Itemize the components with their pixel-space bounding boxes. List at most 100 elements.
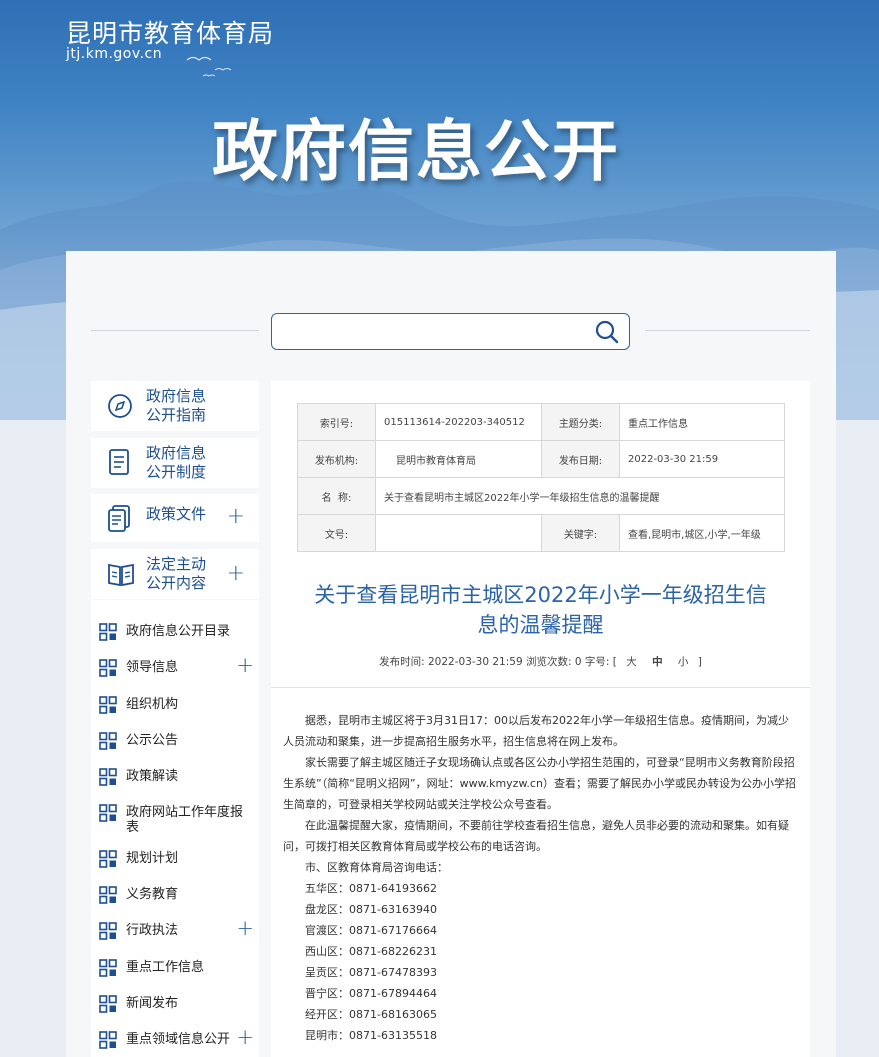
- sidebar-sub-item[interactable]: 行政执法 +: [91, 916, 259, 952]
- fontsize-label: 字号:: [584, 656, 610, 668]
- font-size-large-button[interactable]: 大: [626, 656, 637, 668]
- open-book-icon: [108, 563, 134, 587]
- sidebar-sub-item-label: 新闻发布: [126, 996, 179, 1011]
- article-info-bar: 发布时间: 2022-03-30 21:59 浏览次数: 0 字号: [ 大 中…: [271, 654, 810, 669]
- phones-title: 市、区教育体育局咨询电话：: [305, 861, 448, 874]
- grid-icon: [99, 995, 117, 1013]
- sidebar-card-label: 政府信息 公开制度: [146, 444, 207, 481]
- sidebar-card-guide[interactable]: 政府信息 公开指南: [91, 381, 259, 431]
- article-divider: [271, 687, 810, 688]
- meta-index-value: 015113614-202203-340512: [375, 403, 542, 441]
- birds-decoration: [186, 56, 232, 77]
- compass-icon: [108, 394, 132, 418]
- sidebar-card-label: 政府信息 公开指南: [146, 387, 207, 424]
- grid-icon: [99, 696, 117, 714]
- sidebar-sub-item[interactable]: 政府信息公开目录: [91, 623, 259, 653]
- font-size-medium-button[interactable]: 中: [652, 656, 663, 668]
- sidebar-sub-item[interactable]: 政策解读: [91, 768, 259, 798]
- grid-icon: [99, 850, 117, 868]
- pub-time-value: 2022-03-30 21:59: [428, 656, 523, 668]
- meta-name-label: 名 称:: [297, 477, 376, 515]
- article-body: 据悉，昆明市主城区将于3月31日17：00以后发布2022年小学一年级招生信息。…: [283, 710, 799, 1046]
- font-size-small-button[interactable]: 小: [678, 656, 689, 668]
- grid-icon: [99, 922, 117, 940]
- phone-line: 晋宁区：0871-67894464: [305, 987, 437, 1000]
- views-label: 浏览次数:: [525, 656, 572, 668]
- article-paragraph: 家长需要了解主城区随迁子女现场确认点或各区公办小学招生范围的，可登录“昆明市义务…: [283, 756, 796, 811]
- sidebar-sub-item[interactable]: 义务教育: [91, 886, 259, 916]
- sidebar-sub-item[interactable]: 新闻发布: [91, 995, 259, 1025]
- expand-icon[interactable]: +: [236, 653, 254, 677]
- sidebar-sub-item[interactable]: 组织机构: [91, 696, 259, 726]
- sidebar-sub-item-label: 政策解读: [126, 769, 179, 784]
- site-name[interactable]: 昆明市教育体育局: [66, 14, 274, 50]
- sidebar-card-label: 法定主动 公开内容: [146, 555, 207, 592]
- grid-icon: [99, 1031, 117, 1049]
- expand-icon[interactable]: +: [236, 916, 254, 940]
- divider-right: [645, 330, 810, 331]
- sidebar-card-statutory[interactable]: 法定主动 公开内容 +: [91, 549, 259, 599]
- expand-icon[interactable]: +: [227, 504, 245, 529]
- sidebar-card-system[interactable]: 政府信息 公开制度: [91, 438, 259, 488]
- bracket-close: ]: [697, 656, 702, 668]
- sidebar-sub-item-label: 政府网站工作年度报表: [126, 805, 244, 835]
- expand-icon[interactable]: +: [227, 561, 245, 586]
- grid-icon: [99, 732, 117, 750]
- article-meta-table: 索引号: 015113614-202203-340512 主题分类: 重点工作信…: [297, 403, 785, 552]
- meta-name-value: 关于查看昆明市主城区2022年小学一年级招生信息的温馨提醒: [375, 477, 785, 515]
- sidebar-sub-item-label: 义务教育: [126, 887, 179, 902]
- phone-line: 盘龙区：0871-63163940: [305, 903, 437, 916]
- meta-org-value: 昆明市教育体育局: [375, 440, 542, 478]
- phone-line: 官渡区：0871-67176664: [305, 924, 437, 937]
- document-icon: [109, 449, 129, 475]
- sidebar-sub-item-label: 重点领域信息公开: [126, 1032, 231, 1047]
- sidebar-sub-item[interactable]: 规划计划: [91, 850, 259, 880]
- sidebar-card-label: 政策文件: [146, 505, 207, 523]
- sidebar-sub-item[interactable]: 重点领域信息公开 +: [91, 1025, 259, 1057]
- sidebar-sub-item[interactable]: 政府网站工作年度报表: [91, 804, 259, 835]
- sidebar-sub-list: 政府信息公开目录 领导信息 + 组织机构公示公告政策解读政府网站工作年度报表规划计划义…: [91, 600, 259, 1057]
- grid-icon: [99, 886, 117, 904]
- sidebar-sub-item[interactable]: 领导信息 +: [91, 653, 259, 689]
- article-paragraph: 在此温馨提醒大家，疫情期间，不要前往学校查看招生信息，避免人员非必要的流动和聚集…: [283, 819, 789, 853]
- meta-docno-value: [375, 514, 542, 552]
- policy-file-icon: [108, 505, 130, 532]
- search-box[interactable]: [271, 313, 630, 350]
- sidebar-sub-item-label: 组织机构: [126, 697, 179, 712]
- views-value: 0: [574, 656, 582, 668]
- grid-icon: [99, 768, 117, 786]
- article-title: 关于查看昆明市主城区2022年小学一年级招生信 息的温馨提醒: [271, 580, 810, 640]
- grid-icon: [99, 659, 117, 677]
- divider-left: [91, 330, 259, 331]
- phone-line: 西山区：0871-68226231: [305, 945, 437, 958]
- pub-time-label: 发布时间:: [379, 656, 425, 668]
- meta-index-label: 索引号:: [297, 403, 376, 441]
- grid-icon: [99, 959, 117, 977]
- sidebar-sub-item-label: 公示公告: [126, 733, 179, 748]
- meta-date-label: 发布日期:: [541, 440, 620, 478]
- phone-line: 五华区：0871-64193662: [305, 882, 437, 895]
- sidebar-sub-item-label: 政府信息公开目录: [126, 624, 231, 639]
- meta-keyword-value: 查看,昆明市,城区,小学,一年级: [619, 514, 785, 552]
- search-input[interactable]: [282, 320, 582, 344]
- grid-icon: [99, 804, 117, 822]
- sidebar-sub-item-label: 重点工作信息: [126, 960, 205, 975]
- article-title-line: 息的温馨提醒: [477, 613, 604, 637]
- sidebar-sub-item-label: 规划计划: [126, 851, 179, 866]
- article-title-line: 关于查看昆明市主城区2022年小学一年级招生信: [314, 583, 767, 607]
- sidebar-card-policy[interactable]: 政策文件 +: [91, 494, 259, 542]
- phone-line: 呈贡区：0871-67478393: [305, 966, 437, 979]
- search-icon[interactable]: [595, 320, 619, 344]
- expand-icon[interactable]: +: [236, 1025, 254, 1049]
- hero-title: 政府信息公开: [212, 113, 620, 190]
- grid-icon: [99, 623, 117, 641]
- phone-line: 经开区：0871-68163065: [305, 1008, 437, 1021]
- sidebar-sub-item[interactable]: 公示公告: [91, 732, 259, 762]
- article-paragraph: 据悉，昆明市主城区将于3月31日17：00以后发布2022年小学一年级招生信息。…: [283, 714, 789, 748]
- sidebar-sub-item-label: 领导信息: [126, 660, 179, 675]
- meta-topic-value: 重点工作信息: [619, 403, 785, 441]
- sidebar-sub-item[interactable]: 重点工作信息: [91, 959, 259, 989]
- site-domain: jtj.km.gov.cn: [66, 46, 163, 62]
- bracket-open: [: [612, 656, 617, 668]
- meta-date-value: 2022-03-30 21:59: [619, 440, 785, 478]
